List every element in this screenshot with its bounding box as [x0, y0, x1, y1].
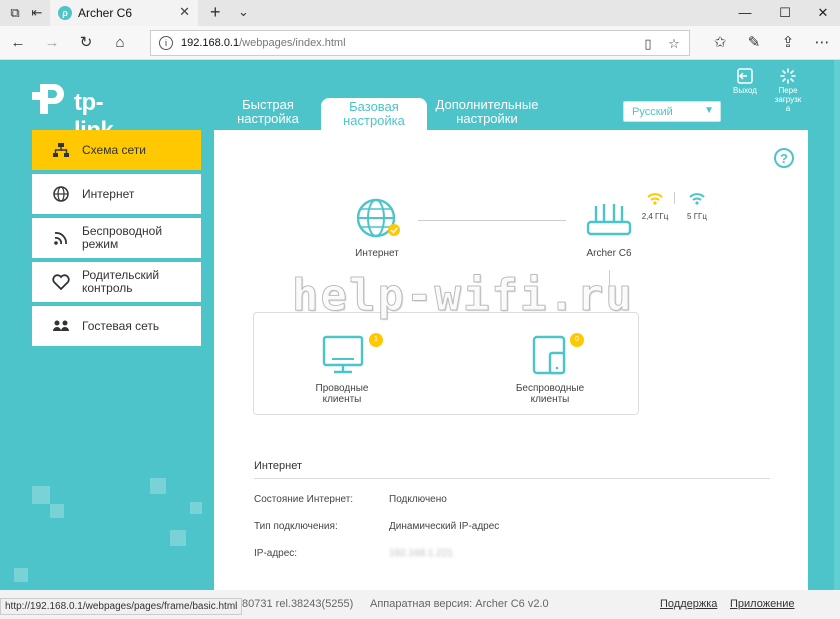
reboot-button[interactable]: Пере загрузк а — [770, 68, 806, 113]
address-bar[interactable]: i 192.168.0.1/webpages/index.html ▯ ☆ — [150, 30, 690, 56]
guest-users-icon — [53, 320, 69, 331]
wireless-icon — [54, 232, 67, 245]
home-icon[interactable]: ⌂ — [110, 33, 130, 53]
sidebar-item-internet[interactable]: Интернет — [32, 174, 201, 214]
router-node-label: Archer C6 — [586, 248, 632, 259]
ip-address-value: 192.168.1.221 — [389, 548, 453, 559]
tab-quick-setup[interactable]: Быстрая настройка — [228, 98, 308, 130]
logout-icon — [737, 68, 753, 84]
decor-square — [14, 568, 28, 582]
decor-square — [32, 486, 50, 504]
watermark-text: help-wifi.ru — [292, 270, 634, 322]
wired-clients-monitor-icon[interactable] — [322, 335, 366, 375]
tab-close-icon[interactable]: ✕ — [179, 4, 190, 20]
connection-line — [418, 220, 566, 221]
internet-section-title: Интернет — [254, 460, 302, 472]
logout-button[interactable]: Выход — [727, 68, 763, 95]
reboot-spinner-icon — [780, 68, 796, 84]
globe-icon — [53, 186, 69, 202]
more-menu-icon[interactable]: ⋯ — [812, 33, 832, 53]
window-maximize-button[interactable]: ☐ — [770, 2, 800, 24]
internet-status-label: Состояние Интернет: — [254, 494, 354, 505]
wired-clients-label[interactable]: Проводные клиенты — [304, 383, 380, 405]
favorite-star-icon[interactable]: ☆ — [665, 35, 683, 53]
sidebar-item-wireless[interactable]: Беспроводной режим — [32, 218, 201, 258]
app-link[interactable]: Приложение — [730, 598, 795, 610]
band-divider — [674, 192, 675, 204]
sidebar-item-guest-network[interactable]: Гостевая сеть — [32, 306, 201, 346]
main-content: ? Интернет Archer C6 2,4 ГГц 5 ГГц 1 Про… — [214, 130, 808, 590]
status-bar-url: http://192.168.0.1/webpages/pages/frame/… — [0, 598, 243, 615]
network-map-icon — [53, 143, 69, 157]
address-url[interactable]: 192.168.0.1/webpages/index.html — [181, 37, 346, 49]
wifi-24ghz-icon[interactable] — [646, 192, 664, 206]
tab-set-aside-icon[interactable]: ⧉ — [6, 4, 24, 22]
tp-link-favicon-icon: ρ — [58, 6, 72, 20]
ip-address-label: IP-адрес: — [254, 548, 298, 559]
chevron-down-icon: ▼ — [704, 105, 714, 116]
new-tab-button[interactable]: + — [210, 2, 221, 23]
site-info-icon[interactable]: i — [159, 36, 173, 50]
tp-link-logo-icon — [32, 84, 64, 114]
window-minimize-button[interactable]: — — [730, 2, 760, 24]
window-close-button[interactable]: ✕ — [808, 2, 838, 24]
connection-type-value: Динамический IP-адрес — [389, 521, 500, 532]
browser-nav-bar: ← → ↻ ⌂ i 192.168.0.1/webpages/index.htm… — [0, 26, 840, 60]
sidebar-item-network-map[interactable]: Схема сети — [32, 130, 201, 170]
wireless-clients-count: 0 — [570, 333, 584, 347]
router-icon[interactable] — [586, 202, 632, 238]
internet-globe-icon[interactable] — [354, 196, 402, 240]
refresh-icon[interactable]: ↻ — [76, 33, 96, 53]
tab-list-chevron-icon[interactable]: ⌄ — [238, 4, 249, 20]
pen-notes-icon[interactable]: ✎ — [744, 33, 764, 53]
hardware-version: Аппаратная версия: Archer C6 v2.0 — [370, 598, 549, 610]
clients-panel: 1 Проводные клиенты 0 Беспроводные клиенты — [253, 312, 639, 415]
connection-type-label: Тип подключения: — [254, 521, 338, 532]
band-5-label: 5 ГГц — [687, 212, 707, 221]
back-arrow-icon[interactable]: ← — [8, 33, 28, 53]
browser-tab-bar: ⧉ ⇤ ρ Archer C6 ✕ + ⌄ — ☐ ✕ — [0, 0, 840, 26]
reading-view-icon[interactable]: ▯ — [639, 35, 657, 53]
share-icon[interactable]: ⇪ — [778, 33, 798, 53]
wifi-5ghz-icon[interactable] — [688, 192, 706, 206]
band-24-label: 2,4 ГГц — [641, 212, 669, 221]
decor-square — [50, 504, 64, 518]
internet-node-label: Интернет — [355, 248, 399, 259]
section-divider — [254, 478, 770, 479]
heart-icon — [52, 274, 70, 290]
tab-basic-settings[interactable]: Базовая настройка — [321, 98, 427, 130]
wired-clients-count: 1 — [369, 333, 383, 347]
wireless-clients-label[interactable]: Беспроводные клиенты — [504, 383, 596, 405]
wireless-clients-devices-icon[interactable] — [530, 335, 574, 377]
decor-square — [150, 478, 166, 494]
decor-square — [170, 530, 186, 546]
internet-status-value: Подключено — [389, 494, 447, 505]
browser-tab[interactable]: ρ Archer C6 ✕ — [50, 0, 198, 26]
language-select[interactable]: Русский ▼ — [623, 101, 721, 122]
tab-title: Archer C6 — [78, 6, 133, 20]
tab-back-icon[interactable]: ⇤ — [28, 4, 46, 22]
decor-square — [190, 502, 202, 514]
page-scrollbar[interactable] — [834, 60, 840, 590]
support-link[interactable]: Поддержка — [660, 598, 717, 610]
sidebar-item-parental-control[interactable]: Родительский контроль — [32, 262, 201, 302]
forward-arrow-icon[interactable]: → — [42, 33, 62, 53]
help-icon[interactable]: ? — [774, 148, 794, 168]
favorites-list-icon[interactable]: ✩ — [710, 33, 730, 53]
tab-advanced-settings[interactable]: Дополнительные настройки — [428, 98, 546, 130]
